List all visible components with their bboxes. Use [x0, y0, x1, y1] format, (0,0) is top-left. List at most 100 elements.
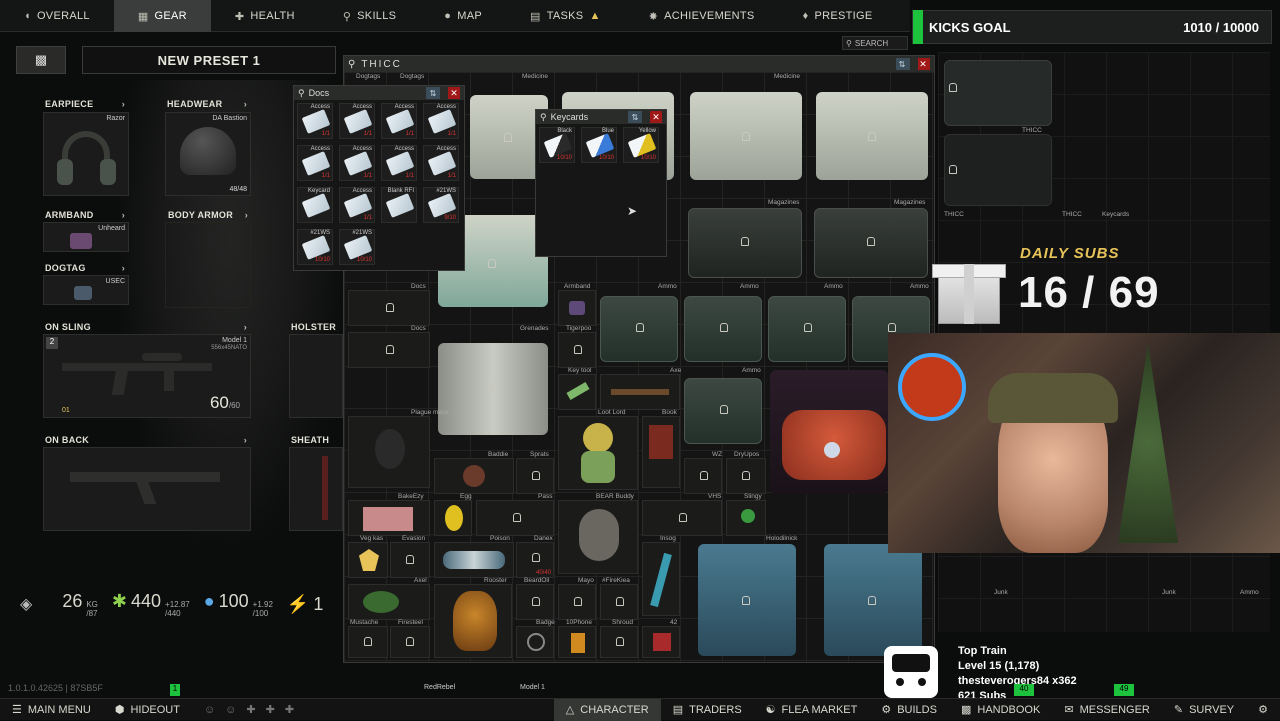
- slot-on-sling[interactable]: Model 1 556x45NATO 2 01 60/60: [43, 334, 251, 418]
- main-menu-button[interactable]: ☰ MAIN MENU: [0, 699, 103, 721]
- survey-tab[interactable]: ✎ SURVEY: [1162, 699, 1246, 721]
- hideout-button[interactable]: ⬢ HIDEOUT: [103, 699, 192, 721]
- grenade-case[interactable]: [438, 343, 548, 435]
- poison-item[interactable]: [434, 542, 514, 578]
- slot-body-armor[interactable]: [165, 222, 251, 308]
- traders-tab[interactable]: ▤ TRADERS: [661, 699, 754, 721]
- ammo-case[interactable]: [684, 378, 762, 444]
- keycard-item[interactable]: Yellow 10/10: [623, 127, 659, 163]
- tab-health[interactable]: ✚ HEALTH: [211, 0, 319, 32]
- holodilnick-case[interactable]: [698, 544, 796, 656]
- medicine-case[interactable]: [690, 92, 802, 180]
- slingy-item[interactable]: [726, 500, 766, 536]
- magazine-case[interactable]: [688, 208, 802, 278]
- baddie-item[interactable]: [434, 458, 514, 494]
- docs-item[interactable]: Access 1/1: [381, 103, 417, 139]
- stash-case[interactable]: [944, 60, 1052, 126]
- tab-achievements[interactable]: ✸ ACHIEVEMENTS: [625, 0, 779, 32]
- plague-mask-item[interactable]: [348, 416, 430, 488]
- keycards-window-header[interactable]: ⚲ Keycards ⇅ ✕: [536, 110, 666, 124]
- egg-item[interactable]: [434, 500, 472, 536]
- ammo-case[interactable]: [768, 296, 846, 362]
- firekiea-item[interactable]: [600, 584, 638, 620]
- vhs-item[interactable]: [642, 500, 722, 536]
- close-docs-button[interactable]: ✕: [448, 87, 460, 99]
- magazine-case[interactable]: [814, 208, 928, 278]
- keycard-item[interactable]: Black 10/10: [539, 127, 575, 163]
- docs-item[interactable]: Access 1/1: [423, 145, 459, 181]
- dryupos-item[interactable]: [726, 458, 766, 494]
- danex-item[interactable]: 40/40: [516, 542, 554, 578]
- loot-lord-item[interactable]: [558, 416, 638, 490]
- docs-item[interactable]: Access 1/1: [423, 103, 459, 139]
- keycard-item[interactable]: Blue 10/10: [581, 127, 617, 163]
- item-42[interactable]: [642, 626, 680, 658]
- flea-market-tab[interactable]: ☯ FLEA MARKET: [754, 699, 870, 721]
- evasion-item[interactable]: [390, 542, 430, 578]
- mustache-item[interactable]: [348, 626, 388, 658]
- key-tool-item[interactable]: [558, 374, 596, 410]
- docs-item[interactable]: #21WS 10/10: [297, 229, 333, 265]
- character-tab[interactable]: △ CHARACTER: [553, 698, 661, 721]
- wz-item[interactable]: [684, 458, 722, 494]
- mayo-item[interactable]: [558, 584, 596, 620]
- preset-name[interactable]: NEW PRESET 1: [82, 46, 336, 74]
- tab-gear[interactable]: ▦ GEAR: [113, 0, 211, 32]
- sprats-item[interactable]: [516, 458, 554, 494]
- stash-case[interactable]: [944, 134, 1052, 206]
- tab-tasks[interactable]: ▤ TASKS ▲: [506, 0, 625, 32]
- docs-item[interactable]: Access 1/1: [339, 145, 375, 181]
- slot-armband[interactable]: Unheard: [43, 222, 129, 252]
- slot-sheath[interactable]: [289, 447, 343, 531]
- firesteel-item[interactable]: [390, 626, 430, 658]
- stash-search-field[interactable]: ⚲ SEARCH: [842, 36, 908, 50]
- pass-item[interactable]: [476, 500, 554, 536]
- handbook-tab[interactable]: ▩ HANDBOOK: [949, 699, 1052, 721]
- messenger-tab[interactable]: ✉ MESSENGER: [1052, 699, 1162, 721]
- ammo-case[interactable]: [600, 296, 678, 362]
- docs-case[interactable]: [348, 332, 430, 368]
- slot-on-back[interactable]: [43, 447, 251, 531]
- tab-overall[interactable]: ◖ OVERALL: [0, 0, 114, 32]
- docs-case[interactable]: [348, 290, 430, 326]
- sort-button[interactable]: ⇅: [896, 58, 910, 70]
- medical-bag-item[interactable]: [782, 410, 886, 480]
- docs-item[interactable]: Access 1/1: [339, 103, 375, 139]
- veg-kas-item[interactable]: [348, 542, 388, 578]
- tigerpoo-item[interactable]: [558, 332, 596, 368]
- docs-window-header[interactable]: ⚲ Docs ⇅ ✕: [294, 86, 464, 100]
- builds-tab[interactable]: ⚙ BUILDS: [869, 699, 949, 721]
- 10phone-item[interactable]: [558, 626, 596, 658]
- axel-item[interactable]: [348, 584, 430, 620]
- docs-item[interactable]: #21WS 9/10: [423, 187, 459, 223]
- tab-map[interactable]: ● MAP: [420, 0, 506, 32]
- hotbar-item[interactable]: Model 1: [520, 684, 545, 691]
- close-thicc-button[interactable]: ✕: [918, 58, 930, 70]
- bear-buddy-item[interactable]: [558, 500, 638, 574]
- slot-dogtag[interactable]: USEC: [43, 275, 129, 305]
- settings-button[interactable]: ⚙: [1246, 699, 1280, 721]
- docs-item[interactable]: Blank RFI: [381, 187, 417, 223]
- sort-button[interactable]: ⇅: [426, 87, 440, 99]
- close-keycards-button[interactable]: ✕: [650, 111, 662, 123]
- docs-item[interactable]: Access 1/1: [381, 145, 417, 181]
- slot-holster[interactable]: [289, 334, 343, 418]
- holodilnick-case[interactable]: [824, 544, 922, 656]
- beard-oil-item[interactable]: [516, 584, 554, 620]
- docs-item[interactable]: Access 1/1: [297, 145, 333, 181]
- thicc-window-header[interactable]: ⚲ THICC ⇅ ✕: [344, 56, 934, 72]
- rooster-item[interactable]: [434, 584, 512, 658]
- tab-prestige[interactable]: ♦ PRESTIGE: [779, 0, 897, 32]
- tab-skills[interactable]: ⚲ SKILLS: [319, 0, 420, 32]
- docs-item[interactable]: Keycard: [297, 187, 333, 223]
- armband-item[interactable]: [558, 290, 596, 326]
- insog-item[interactable]: [642, 542, 680, 616]
- slot-headwear[interactable]: DA Bastion 48/48: [165, 112, 251, 196]
- hotbar-item[interactable]: RedRebel: [424, 684, 455, 691]
- book-item[interactable]: [642, 416, 680, 488]
- slot-earpiece[interactable]: Razor: [43, 112, 129, 196]
- ammo-case[interactable]: [684, 296, 762, 362]
- sort-button[interactable]: ⇅: [628, 111, 642, 123]
- preset-menu-button[interactable]: ▩: [16, 46, 66, 74]
- docs-item[interactable]: #21WS 10/10: [339, 229, 375, 265]
